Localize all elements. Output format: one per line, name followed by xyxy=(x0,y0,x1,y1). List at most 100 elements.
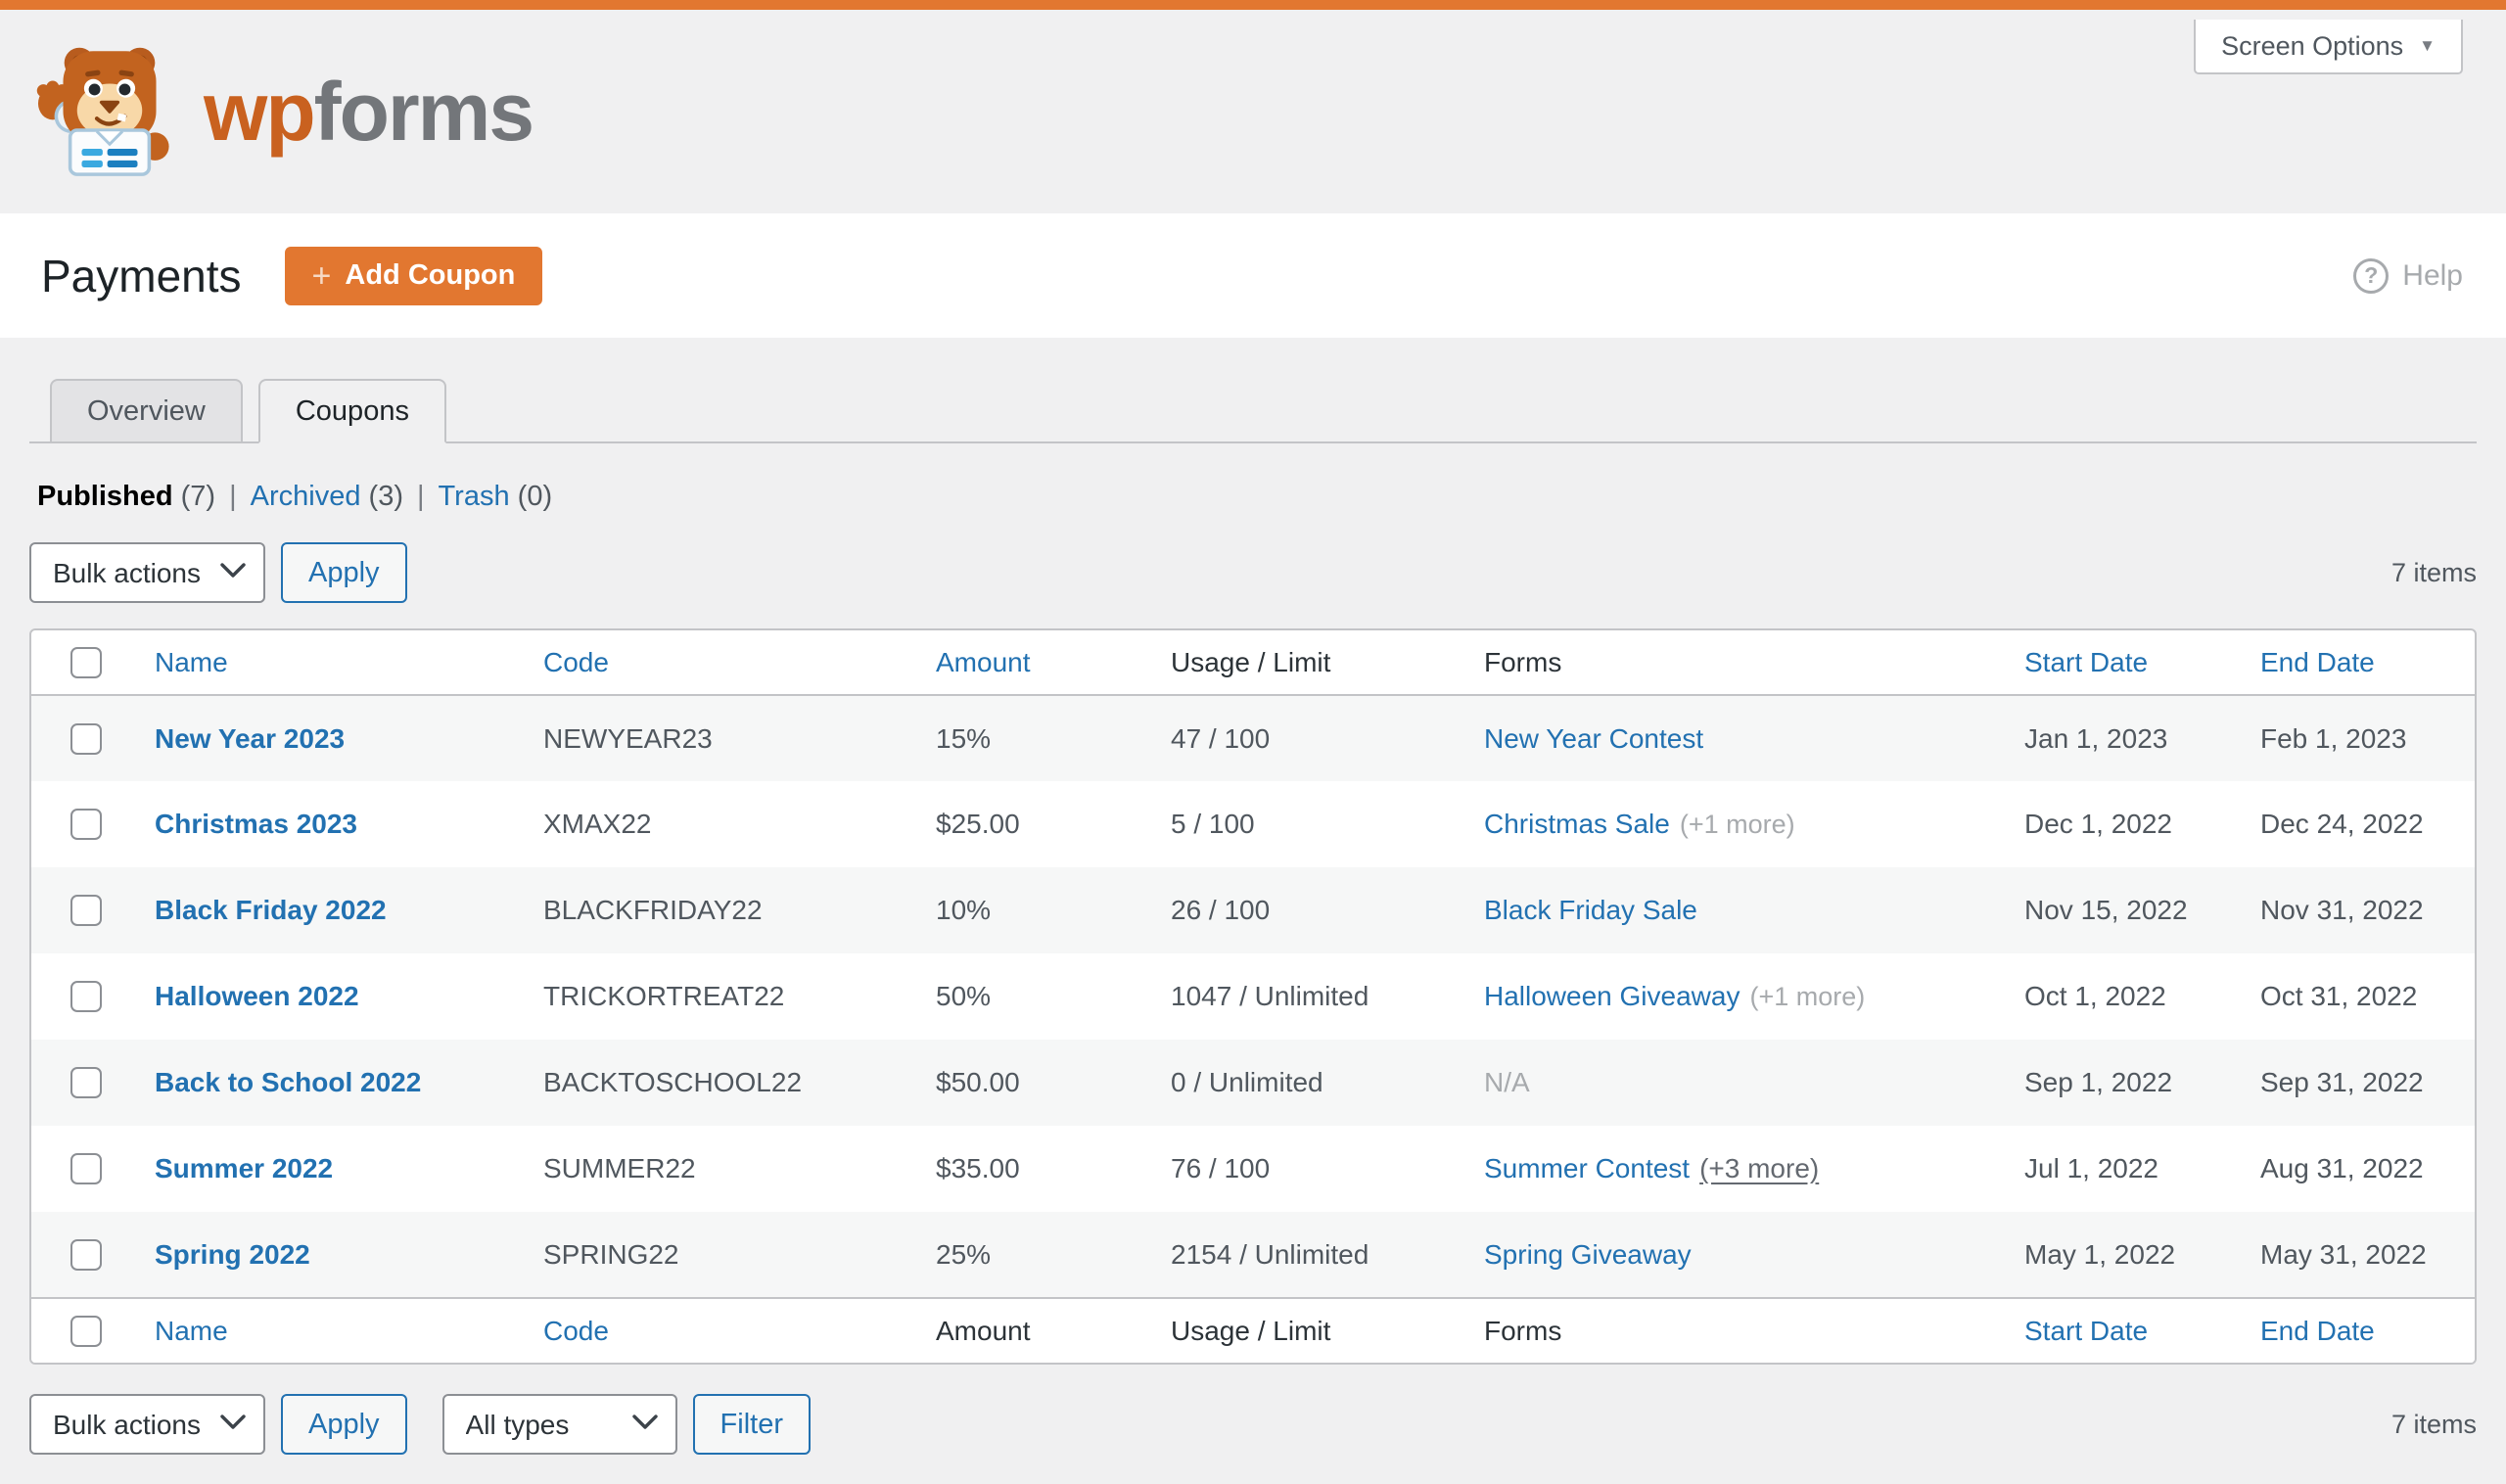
tab-overview[interactable]: Overview xyxy=(50,379,243,443)
column-footer-name[interactable]: Name xyxy=(106,1297,514,1363)
form-link[interactable]: New Year Contest xyxy=(1484,723,1703,754)
trash-count: (0) xyxy=(517,481,553,512)
masthead: wpforms Screen Options ▼ xyxy=(0,10,2506,213)
apply-button[interactable]: Apply xyxy=(281,542,407,603)
view-trash-link[interactable]: Trash xyxy=(439,481,510,512)
coupon-end-cell: Sep 31, 2022 xyxy=(2260,1067,2424,1097)
table-header-row: Name Code Amount Usage / Limit Forms Sta… xyxy=(31,630,2475,696)
row-checkbox[interactable] xyxy=(70,1153,102,1184)
column-header-code[interactable]: Code xyxy=(514,630,906,696)
column-header-forms: Forms xyxy=(1455,630,1995,696)
filter-button[interactable]: Filter xyxy=(692,1394,811,1455)
coupon-code-cell: BACKTOSCHOOL22 xyxy=(543,1067,803,1097)
column-header-end-date[interactable]: End Date xyxy=(2231,630,2475,696)
coupon-amount-cell: $35.00 xyxy=(936,1153,1020,1183)
column-footer-forms: Forms xyxy=(1455,1297,1995,1363)
coupon-start-cell: Sep 1, 2022 xyxy=(2024,1067,2173,1097)
type-filter-select[interactable]: All types xyxy=(441,1394,677,1455)
form-link[interactable]: Black Friday Sale xyxy=(1484,895,1697,925)
bulk-actions-select[interactable]: Bulk actions xyxy=(29,542,265,603)
apply-button[interactable]: Apply xyxy=(281,1394,407,1455)
coupon-name-link[interactable]: Back to School 2022 xyxy=(155,1067,421,1097)
row-checkbox[interactable] xyxy=(70,722,102,755)
form-link[interactable]: Summer Contest xyxy=(1484,1153,1690,1183)
wordmark-wp: wp xyxy=(204,66,316,158)
column-header-start-date[interactable]: Start Date xyxy=(1995,630,2231,696)
view-separator: | xyxy=(229,481,237,512)
wpforms-bear-icon xyxy=(36,47,169,176)
coupon-forms-cell: Halloween Giveaway (+1 more) xyxy=(1455,953,1995,1040)
items-count: 7 items xyxy=(2390,557,2477,587)
add-coupon-button[interactable]: + Add Coupon xyxy=(284,246,543,305)
coupon-forms-cell: Summer Contest (+3 more) xyxy=(1455,1126,1995,1212)
coupon-amount-cell: 10% xyxy=(936,895,992,925)
form-more-link[interactable]: (+3 more) xyxy=(1699,1153,1819,1183)
select-all-checkbox[interactable] xyxy=(70,1315,102,1347)
coupon-usage-cell: 47 / 100 xyxy=(1171,722,1271,754)
coupon-usage-cell: 1047 / Unlimited xyxy=(1171,981,1369,1011)
column-header-amount[interactable]: Amount xyxy=(906,630,1141,696)
table-row: Summer 2022 SUMMER22 $35.00 76 / 100 Sum… xyxy=(31,1126,2475,1212)
coupons-table: Name Code Amount Usage / Limit Forms Sta… xyxy=(29,628,2477,1365)
select-all-checkbox[interactable] xyxy=(70,646,102,678)
help-link[interactable]: ? Help xyxy=(2353,257,2463,294)
row-checkbox[interactable] xyxy=(70,809,102,840)
coupon-code-cell: XMAX22 xyxy=(543,809,652,839)
form-na-label: N/A xyxy=(1484,1067,1530,1097)
form-link[interactable]: Halloween Giveaway xyxy=(1484,981,1740,1011)
table-row: Back to School 2022 BACKTOSCHOOL22 $50.0… xyxy=(31,1040,2475,1126)
coupon-usage-cell: 0 / Unlimited xyxy=(1171,1067,1323,1097)
form-extra-label: (+1 more) xyxy=(1679,810,1795,839)
coupon-end-cell: Oct 31, 2022 xyxy=(2260,981,2418,1011)
coupon-code-cell: NEWYEAR23 xyxy=(543,722,713,754)
screen-options-label: Screen Options xyxy=(2221,30,2404,61)
coupon-end-cell: Dec 24, 2022 xyxy=(2260,809,2424,839)
coupon-forms-cell: Black Friday Sale xyxy=(1455,867,1995,953)
coupon-code-cell: TRICKORTREAT22 xyxy=(543,981,785,1011)
bulk-actions-select[interactable]: Bulk actions xyxy=(29,1394,265,1455)
wpforms-wordmark: wpforms xyxy=(204,70,534,153)
table-row: New Year 2023 NEWYEAR23 15% 47 / 100 New… xyxy=(31,695,2475,781)
column-footer-start-date[interactable]: Start Date xyxy=(1995,1297,2231,1363)
coupon-end-cell: May 31, 2022 xyxy=(2260,1238,2427,1270)
coupon-usage-cell: 2154 / Unlimited xyxy=(1171,1238,1369,1270)
column-footer-amount: Amount xyxy=(906,1297,1141,1363)
coupon-code-cell: BLACKFRIDAY22 xyxy=(543,895,763,925)
plus-icon: + xyxy=(311,256,332,295)
form-link[interactable]: Christmas Sale xyxy=(1484,809,1670,839)
coupon-name-link[interactable]: Christmas 2023 xyxy=(155,809,357,839)
column-header-usage: Usage / Limit xyxy=(1141,630,1455,696)
column-header-name[interactable]: Name xyxy=(106,630,514,696)
column-footer-usage: Usage / Limit xyxy=(1141,1297,1455,1363)
page-title: Payments xyxy=(41,250,242,301)
tab-bar: Overview Coupons xyxy=(29,379,2477,443)
view-archived-link[interactable]: Archived xyxy=(251,481,361,512)
form-link[interactable]: Spring Giveaway xyxy=(1484,1239,1692,1270)
coupon-name-link[interactable]: Black Friday 2022 xyxy=(155,895,387,925)
coupon-end-cell: Aug 31, 2022 xyxy=(2260,1153,2424,1183)
wordmark-forms: forms xyxy=(313,66,534,158)
coupon-name-link[interactable]: New Year 2023 xyxy=(155,723,345,754)
coupon-start-cell: Oct 1, 2022 xyxy=(2024,981,2166,1011)
coupon-name-link[interactable]: Halloween 2022 xyxy=(155,981,359,1011)
table-row: Halloween 2022 TRICKORTREAT22 50% 1047 /… xyxy=(31,953,2475,1040)
table-footer-row: Name Code Amount Usage / Limit Forms Sta… xyxy=(31,1297,2475,1363)
wpforms-logo: wpforms xyxy=(35,42,534,181)
published-count: (7) xyxy=(180,481,216,512)
tab-coupons[interactable]: Coupons xyxy=(257,379,446,443)
row-checkbox[interactable] xyxy=(70,1238,102,1271)
coupon-amount-cell: 25% xyxy=(936,1238,992,1270)
row-checkbox[interactable] xyxy=(70,895,102,926)
column-footer-end-date[interactable]: End Date xyxy=(2231,1297,2475,1363)
coupon-name-link[interactable]: Spring 2022 xyxy=(155,1239,310,1270)
view-published-link[interactable]: Published xyxy=(37,481,173,512)
coupon-start-cell: Jul 1, 2022 xyxy=(2024,1153,2158,1183)
coupon-start-cell: May 1, 2022 xyxy=(2024,1238,2176,1270)
row-checkbox[interactable] xyxy=(70,981,102,1012)
coupon-end-cell: Nov 31, 2022 xyxy=(2260,895,2424,925)
top-accent-bar xyxy=(0,0,2506,10)
screen-options-button[interactable]: Screen Options ▼ xyxy=(2194,20,2463,74)
row-checkbox[interactable] xyxy=(70,1067,102,1098)
coupon-name-link[interactable]: Summer 2022 xyxy=(155,1153,333,1183)
column-footer-code[interactable]: Code xyxy=(514,1297,906,1363)
